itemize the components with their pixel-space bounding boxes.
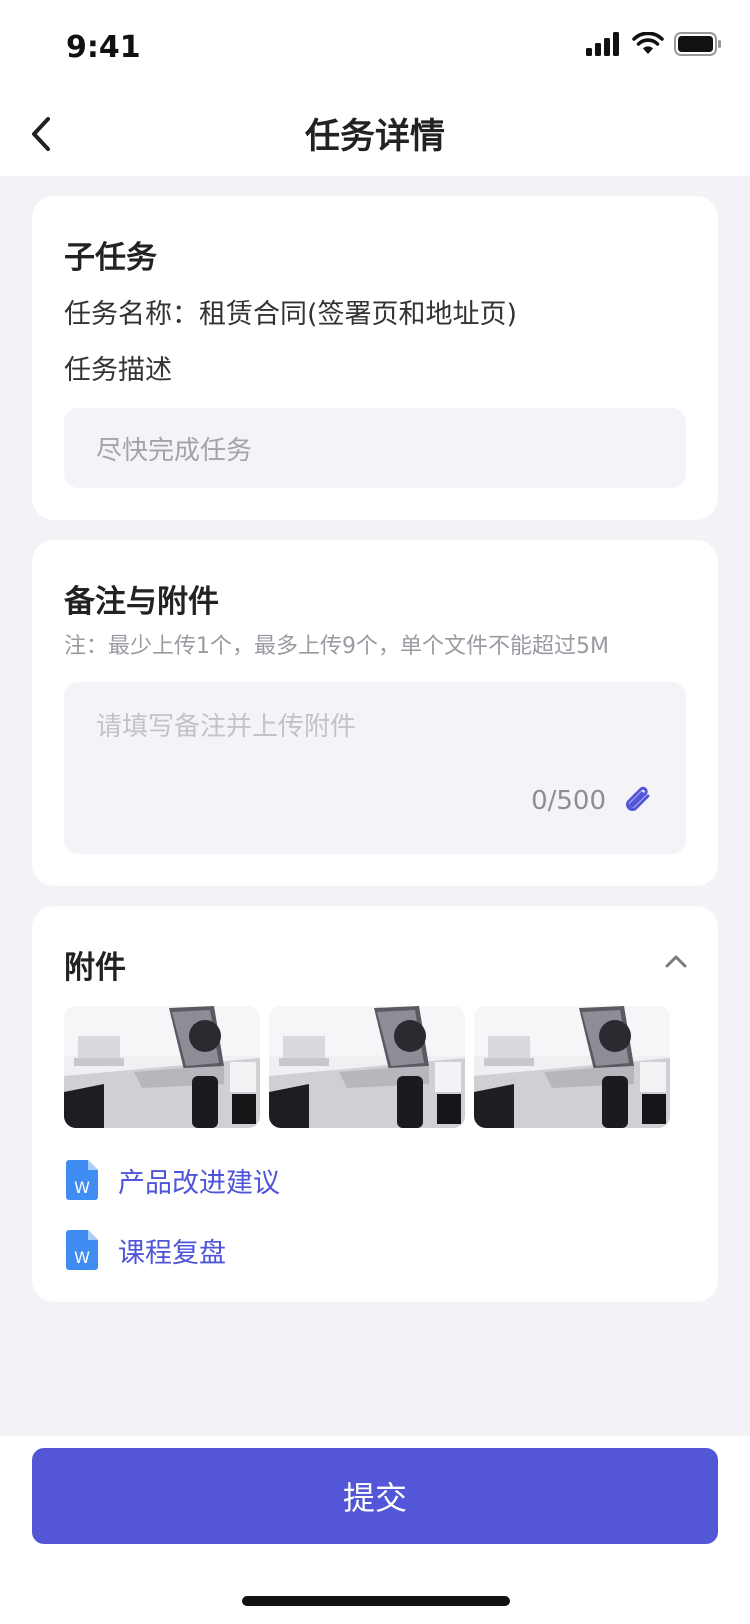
- nav-bar: 任务详情: [0, 92, 750, 176]
- attachment-thumbnail[interactable]: [474, 1006, 670, 1128]
- upload-note: 注：最少上传1个，最多上传9个，单个文件不能超过5M: [64, 634, 609, 659]
- home-indicator: [242, 1596, 510, 1606]
- file-item-product-suggestions[interactable]: W 产品改进建议: [66, 1160, 280, 1200]
- subtask-card: 子任务 任务名称：租赁合同(签署页和地址页) 任务描述 尽快完成任务: [32, 196, 718, 520]
- remarks-placeholder: 请填写备注并上传附件: [96, 712, 357, 742]
- status-icons: [586, 32, 722, 56]
- page-title: 任务详情: [304, 117, 445, 157]
- attachments-title: 附件: [64, 950, 126, 986]
- submit-button[interactable]: 提交: [32, 1448, 718, 1544]
- laptop-photo-image: [64, 1006, 260, 1128]
- attachments-card: 附件 W 产品改进建议 W 课程复盘: [32, 906, 718, 1302]
- laptop-photo-image: [474, 1006, 670, 1128]
- remarks-input[interactable]: 请填写备注并上传附件 0/500: [64, 682, 686, 854]
- bottom-bar: 提交: [0, 1436, 750, 1624]
- svg-text:W: W: [74, 1178, 90, 1197]
- task-name-line: 任务名称：租赁合同(签署页和地址页): [64, 299, 518, 330]
- status-time: 9:41: [66, 30, 141, 65]
- char-counter: 0/500: [531, 786, 606, 816]
- task-desc-label: 任务描述: [64, 355, 172, 386]
- attachment-thumbnail[interactable]: [64, 1006, 260, 1128]
- subtask-title: 子任务: [64, 240, 157, 276]
- file-name: 产品改进建议: [118, 1167, 280, 1199]
- file-item-course-review[interactable]: W 课程复盘: [66, 1230, 226, 1270]
- wifi-icon: [632, 32, 664, 54]
- task-desc-value: 尽快完成任务: [96, 436, 253, 466]
- laptop-photo-image: [269, 1006, 465, 1128]
- battery-icon: [674, 32, 721, 56]
- remarks-card: 备注与附件 注：最少上传1个，最多上传9个，单个文件不能超过5M 请填写备注并上…: [32, 540, 718, 886]
- svg-text:W: W: [74, 1248, 90, 1267]
- status-bar: 9:41: [0, 0, 750, 92]
- attachment-thumbnail[interactable]: [269, 1006, 465, 1128]
- file-name: 课程复盘: [118, 1237, 226, 1269]
- cellular-signal-icon: [586, 32, 619, 56]
- word-file-icon: W: [66, 1160, 98, 1200]
- chevron-up-icon[interactable]: [662, 948, 690, 976]
- task-desc-box: 尽快完成任务: [64, 408, 686, 488]
- word-file-icon: W: [66, 1230, 98, 1270]
- remarks-title: 备注与附件: [64, 584, 219, 620]
- paperclip-icon[interactable]: [620, 782, 656, 818]
